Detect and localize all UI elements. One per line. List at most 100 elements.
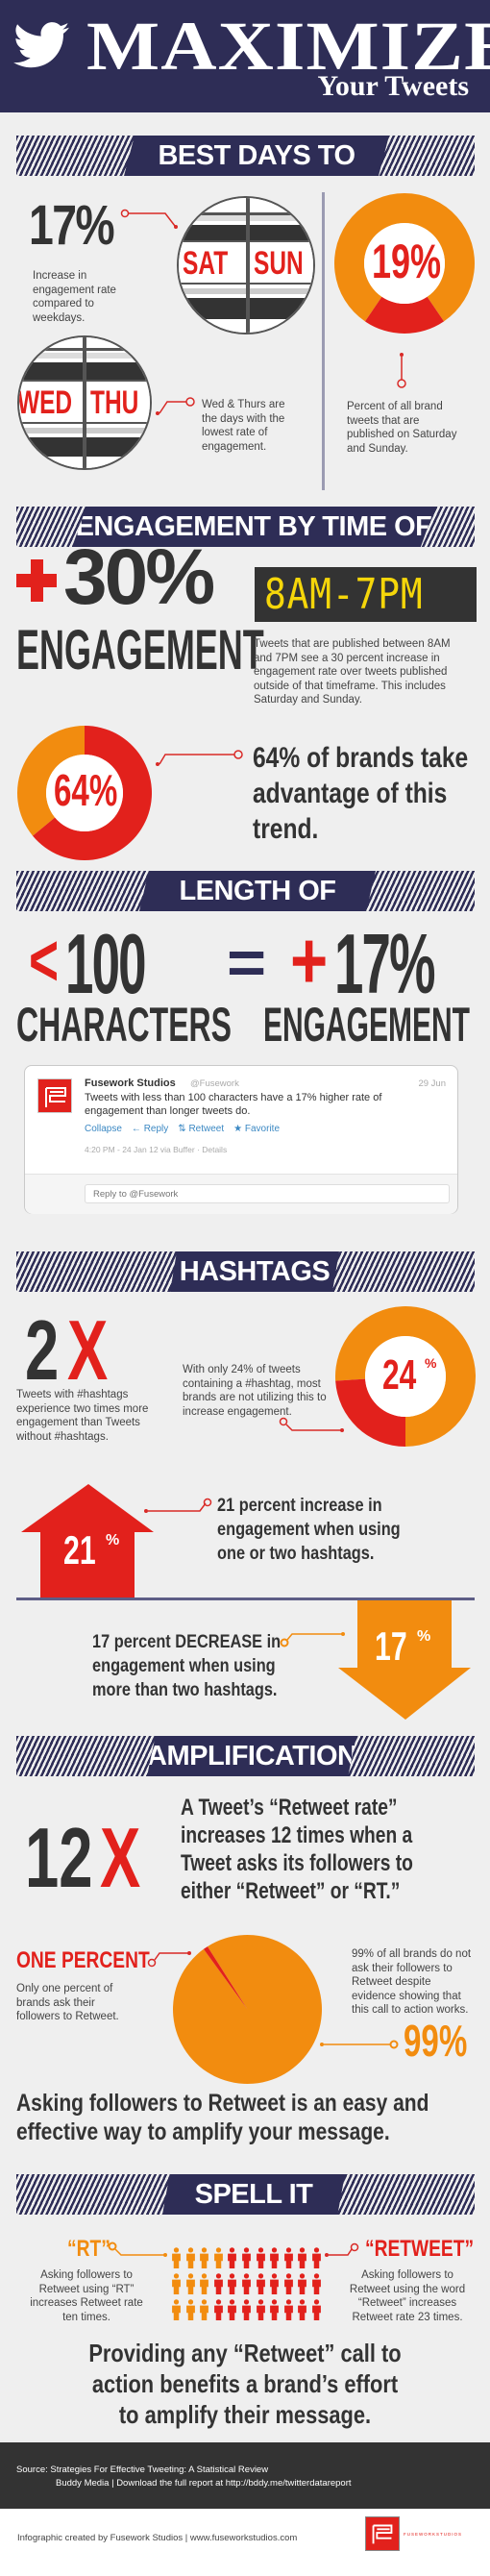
stat-17-percent: 17%	[29, 194, 115, 257]
person-icon-retweet	[312, 2247, 321, 2268]
person-icon-rt	[172, 2247, 181, 2268]
header: MAXIMIZE Your Tweets	[0, 0, 490, 112]
person-icon-retweet	[213, 2273, 223, 2294]
person-icon-retweet	[242, 2273, 251, 2294]
tweet-date[interactable]: 29 Jun	[418, 1078, 446, 1089]
down-arrow-percent: %	[417, 1628, 431, 1645]
weekday-calendar-circle: WED THU	[17, 335, 152, 470]
connector-retweet	[325, 2242, 359, 2257]
fusework-footer-logo	[365, 2516, 400, 2551]
day-sat: SAT	[183, 245, 229, 282]
stat-30-label: ENGAGEMENT	[16, 619, 264, 681]
chars-value: 100	[65, 916, 146, 1011]
fusework-logo-icon	[372, 2524, 393, 2544]
banner-best-days: BEST DAYS TO TWEET	[16, 136, 475, 176]
clock-time: 8AM-7PM	[264, 570, 424, 619]
ninety-nine-percent: 99%	[404, 2016, 468, 2066]
source-line-1: Source: Strategies For Effective Tweetin…	[16, 2465, 269, 2475]
stat-12x-x: X	[100, 1810, 141, 1905]
day-thu: THU	[90, 384, 139, 421]
source-line-2[interactable]: Buddy Media | Download the full report a…	[56, 2477, 352, 2490]
up-arrow-number: 21	[63, 1527, 96, 1573]
reply-input[interactable]	[85, 1184, 450, 1203]
stat-17-description: Increase in engagement rate compared to …	[33, 270, 116, 324]
person-icon-retweet	[312, 2273, 321, 2294]
connector-64	[156, 750, 243, 766]
retweet-title: “RETWEET”	[365, 2236, 475, 2262]
eng-label: ENGAGEMENT	[263, 998, 471, 1052]
person-icon-rt	[200, 2299, 209, 2320]
favorite-link[interactable]: ★ Favorite	[233, 1124, 280, 1134]
tweet-author[interactable]: Fusework Studios	[85, 1077, 176, 1089]
page-subtitle: Your Tweets	[317, 70, 470, 102]
twitter-bird-icon	[13, 22, 69, 68]
person-icon-retweet	[283, 2299, 293, 2320]
chars-label: CHARACTERS	[16, 998, 232, 1052]
eng-value: 17%	[334, 916, 435, 1011]
person-icon-retweet	[298, 2299, 307, 2320]
collapse-link[interactable]: Collapse	[85, 1124, 122, 1134]
banner-label: SPELL IT OUT	[162, 2174, 345, 2215]
tweet-card: Fusework Studios @Fusework 29 Jun Tweets…	[24, 1065, 458, 1214]
person-icon-retweet	[242, 2247, 251, 2268]
person-icon-retweet	[283, 2247, 293, 2268]
person-icon-rt	[185, 2247, 195, 2268]
donut-24-description: With only 24% of tweets containing a #ha…	[183, 1364, 327, 1418]
plus-sign-v	[31, 559, 43, 602]
person-icon-rt	[185, 2273, 195, 2294]
one-percent-title: ONE PERCENT	[16, 1947, 150, 1973]
banner-length: LENGTH OF TWEET	[16, 871, 475, 911]
rt-title: “RT”	[67, 2236, 110, 2262]
pie-retweet-ask	[172, 1935, 322, 2084]
one-percent-description: Only one percent of brands ask their fol…	[16, 1983, 119, 2022]
person-icon-rt	[172, 2273, 181, 2294]
reply-area	[25, 1174, 457, 1214]
person-icon-retweet	[228, 2273, 237, 2294]
stat-2x-x: X	[67, 1302, 109, 1398]
credit-text[interactable]: Infographic created by Fusework Studios …	[17, 2533, 297, 2543]
tweet-handle[interactable]: @Fusework	[190, 1078, 239, 1089]
donut-19-label: 19%	[372, 235, 442, 288]
up-arrow-text: 21 percent increase in engagement when u…	[217, 1496, 401, 1564]
person-icon-retweet	[242, 2299, 251, 2320]
rt-description: Asking followers to Retweet using “RT” i…	[30, 2269, 143, 2323]
person-icon-retweet	[256, 2299, 265, 2320]
retweet-link[interactable]: ⇅ Retweet	[178, 1124, 224, 1134]
banner-spell-it-out: SPELL IT OUT	[16, 2174, 475, 2215]
banner-label: AMPLIFICATION	[147, 1736, 356, 1776]
tweet-meta: 4:20 PM - 24 Jan 12 via Buffer · Details	[85, 1145, 228, 1154]
person-icon-rt	[185, 2299, 195, 2320]
banner-label: LENGTH OF TWEET	[139, 871, 376, 911]
less-than-sign: <	[29, 920, 60, 1002]
connector-rt	[108, 2242, 167, 2257]
stat-12x-number: 12	[25, 1810, 93, 1905]
fusework-avatar[interactable]	[37, 1078, 72, 1113]
person-icon-retweet	[312, 2299, 321, 2320]
clock-display: 8AM-7PM	[255, 567, 477, 622]
person-icon-retweet	[283, 2273, 293, 2294]
connector-99	[320, 2040, 399, 2049]
ninety-nine-description: 99% of all brands do not ask their follo…	[352, 1948, 472, 2016]
banner-amplification: AMPLIFICATION	[16, 1736, 475, 1776]
spell-conclusion: Providing any “Retweet” call to action b…	[88, 2339, 402, 2429]
brands-64-text: 64% of brands take advantage of this tre…	[253, 742, 469, 845]
footer-credit: Infographic created by Fusework Studios …	[0, 2509, 490, 2576]
donut-19-description: Percent of all brand tweets that are pub…	[347, 401, 457, 455]
banner-label: HASHTAGS	[170, 1251, 339, 1292]
down-arrow-text: 17 percent DECREASE in engagement when u…	[92, 1632, 282, 1700]
reply-link[interactable]: ← Reply	[132, 1124, 168, 1134]
retweet-description: Asking followers to Retweet using the wo…	[349, 2269, 466, 2323]
person-icon-retweet	[213, 2299, 223, 2320]
day-wed: WED	[17, 384, 73, 421]
donut-64-label: 64%	[54, 765, 118, 815]
favorite-label: Favorite	[244, 1124, 281, 1134]
connector-19	[397, 353, 406, 388]
person-icon-rt	[213, 2247, 223, 2268]
down-arrow-number: 17	[375, 1623, 407, 1669]
connector-21	[144, 1498, 212, 1513]
weekend-calendar-circle: SAT SUN	[177, 196, 315, 334]
person-icon-rt	[200, 2247, 209, 2268]
person-icon-retweet	[256, 2247, 265, 2268]
plus-sign: +	[290, 915, 329, 1005]
people-grid	[171, 2247, 326, 2320]
